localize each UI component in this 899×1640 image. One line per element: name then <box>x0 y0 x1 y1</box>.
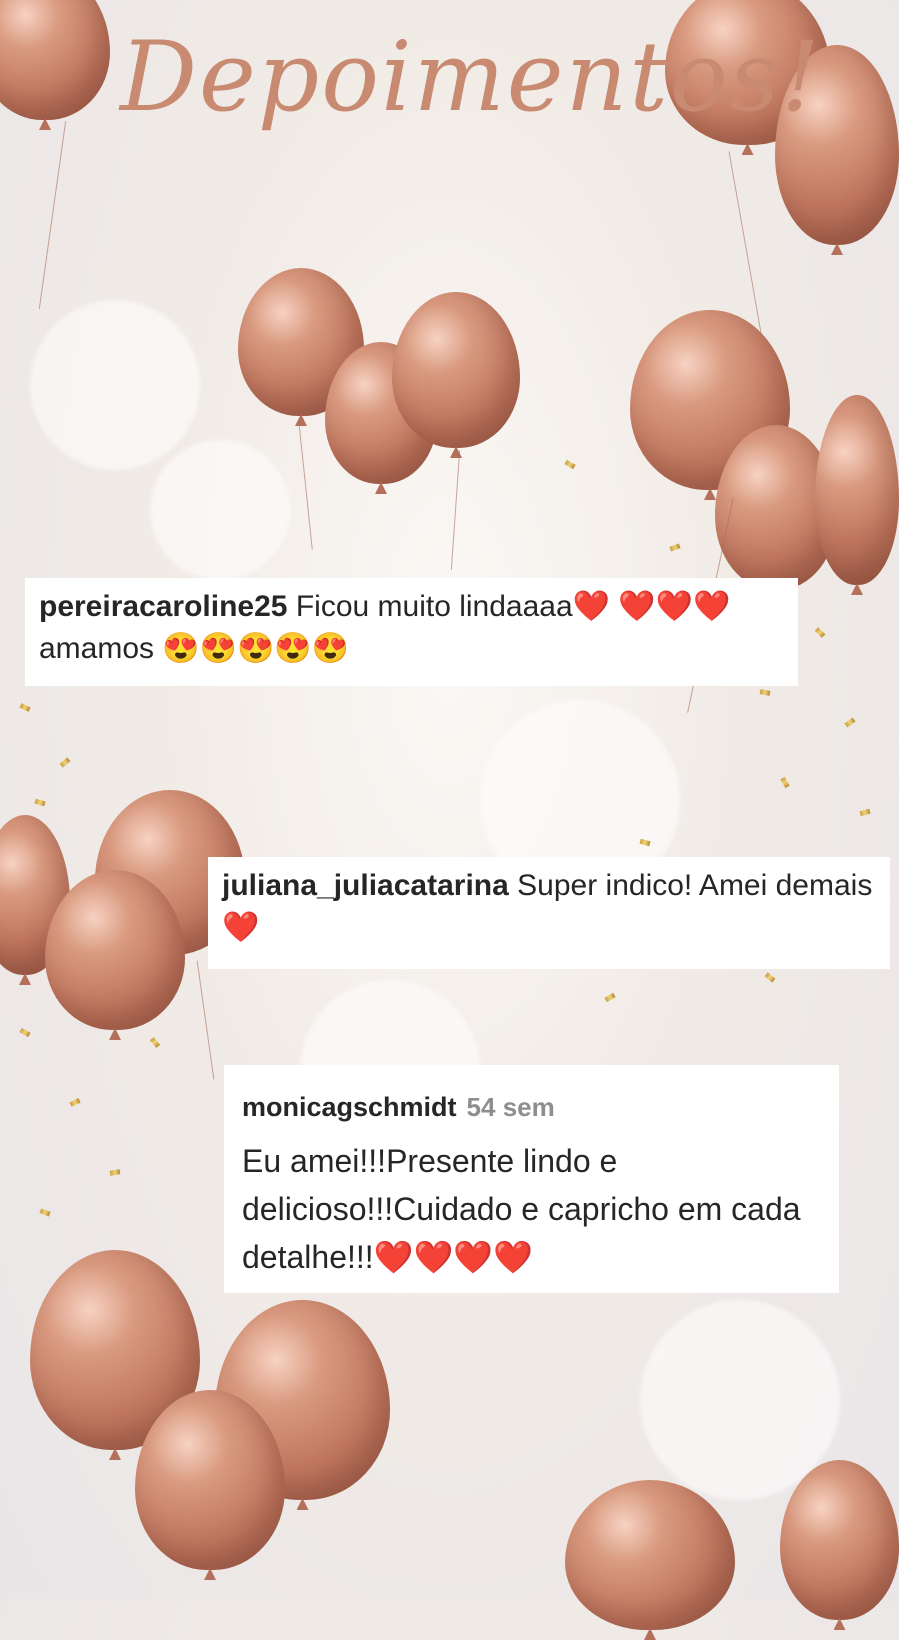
confetti <box>844 717 856 728</box>
confetti <box>814 627 826 638</box>
page-title: Depoimentos! <box>120 21 822 133</box>
confetti <box>109 1169 121 1176</box>
confetti <box>764 972 776 983</box>
confetti <box>604 992 616 1003</box>
balloon <box>565 1480 735 1630</box>
balloon-string <box>196 960 215 1080</box>
confetti <box>859 808 871 817</box>
testimonial-card: pereiracaroline25 Ficou muito lindaaaa❤️… <box>25 578 798 686</box>
balloon <box>815 395 899 585</box>
testimonial-username: juliana_juliacatarina <box>222 869 509 902</box>
confetti <box>19 703 31 712</box>
confetti <box>149 1037 161 1048</box>
testimonial-username: pereiracaroline25 <box>39 590 288 623</box>
testimonial-timestamp: 54 sem <box>466 1092 555 1122</box>
testimonial-username: monicagschmidt <box>242 1092 457 1122</box>
confetti <box>39 1208 51 1217</box>
confetti <box>759 689 771 696</box>
bokeh-light <box>150 440 290 580</box>
confetti <box>34 798 46 807</box>
confetti <box>59 757 71 768</box>
balloon <box>392 292 520 448</box>
balloon <box>780 1460 899 1620</box>
testimonial-header: monicagschmidt 54 sem <box>242 1087 821 1127</box>
confetti <box>19 1027 31 1038</box>
confetti <box>669 543 681 552</box>
confetti <box>69 1098 81 1107</box>
balloon-string <box>450 450 461 570</box>
testimonial-text: Eu amei!!!Presente lindo e delicioso!!!C… <box>242 1143 801 1275</box>
balloon-string <box>38 120 67 310</box>
testimonial-card: monicagschmidt 54 sem Eu amei!!!Presente … <box>224 1065 839 1293</box>
balloon <box>0 0 110 120</box>
balloon-string <box>728 151 763 339</box>
confetti <box>564 459 576 470</box>
balloon-string <box>298 420 313 550</box>
bokeh-light <box>30 300 200 470</box>
testimonial-card: juliana_juliacatarina Super indico! Amei… <box>208 857 890 969</box>
confetti <box>780 776 790 789</box>
